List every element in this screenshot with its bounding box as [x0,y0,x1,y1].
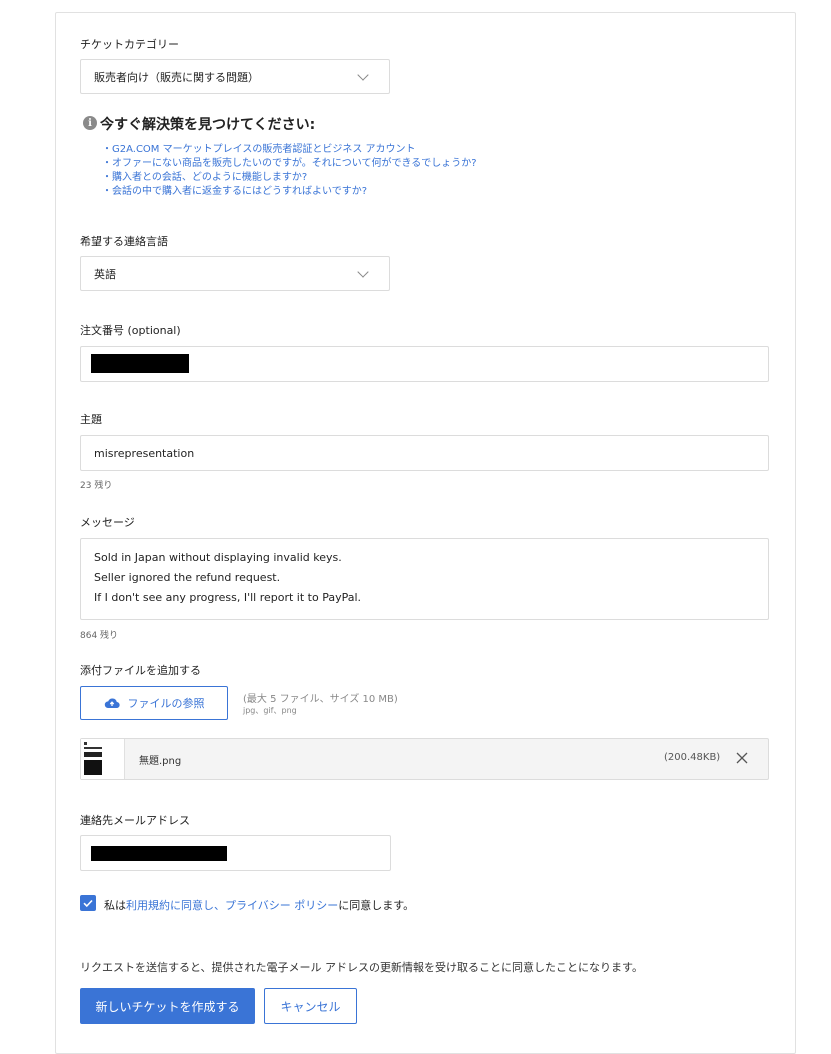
info-icon: i [83,116,97,130]
cloud-upload-icon [104,698,120,709]
help-link[interactable]: ・購入者との会話、どのように機能しますか? [102,171,477,185]
message-textarea[interactable]: Sold in Japan without displaying invalid… [80,538,769,620]
file-size: (200.48KB) [664,752,721,763]
email-input[interactable] [80,835,391,871]
file-thumbnail [81,739,125,779]
consent-text: 私は利用規約に同意し、プライバシー ポリシーに同意します。 [104,897,414,913]
browse-files-button[interactable]: ファイルの参照 [80,686,228,720]
order-number-input[interactable] [80,346,769,382]
consent-prefix: 私は [104,899,126,912]
subject-label: 主題 [80,413,102,426]
attachment-limits: (最大 5 ファイル、サイズ 10 MB) [243,694,398,705]
consent-checkbox[interactable] [80,895,96,911]
chevron-down-icon [357,266,369,278]
category-select[interactable]: 販売者向け（販売に関する問題） [80,59,390,94]
browse-files-label: ファイルの参照 [127,697,205,710]
language-selected-value: 英語 [94,267,116,281]
submission-notice: リクエストを送信すると、提供された電子メール アドレスの更新情報を受け取ることに… [80,961,643,974]
help-title: 今すぐ解決策を見つけてください: [100,117,316,133]
cancel-button[interactable]: キャンセル [264,988,357,1024]
check-icon [83,899,93,908]
redacted-block [91,846,227,861]
consent-suffix: に同意します。 [338,899,415,912]
message-line: If I don't see any progress, I'll report… [94,591,362,604]
help-link[interactable]: ・オファーにない商品を販売したいのですが。それについて何ができるでしょうか? [102,157,477,171]
message-remaining-count: 864 残り [80,631,119,641]
create-ticket-button[interactable]: 新しいチケットを作成する [80,988,255,1024]
subject-input[interactable]: misrepresentation [80,435,769,471]
attachments-label: 添付ファイルを追加する [80,664,201,677]
category-selected-value: 販売者向け（販売に関する問題） [94,70,259,84]
language-select[interactable]: 英語 [80,256,390,291]
message-line: Seller ignored the refund request. [94,571,281,584]
subject-remaining-count: 23 残り [80,481,113,491]
message-label: メッセージ [80,516,135,529]
language-label: 希望する連絡言語 [80,235,168,248]
order-label: 注文番号 (optional) [80,324,181,337]
close-icon[interactable] [736,752,748,764]
chevron-down-icon [357,69,369,81]
category-label: チケットカテゴリー [80,38,179,51]
help-link[interactable]: ・会話の中で購入者に返金するにはどうすればよいですか? [102,185,477,199]
redacted-block [91,354,189,373]
message-line: Sold in Japan without displaying invalid… [94,551,342,564]
file-name: 無題.png [139,756,182,767]
terms-privacy-link[interactable]: 利用規約に同意し、プライバシー ポリシー [126,899,338,912]
attached-file-row: 無題.png (200.48KB) [80,738,769,780]
subject-value: misrepresentation [94,446,195,460]
help-link[interactable]: ・G2A.COM マーケットプレイスの販売者認証とビジネス アカウント [102,143,477,157]
help-links: ・G2A.COM マーケットプレイスの販売者認証とビジネス アカウント ・オファ… [102,143,477,199]
attachment-types: jpg、gif、png [243,706,297,715]
email-label: 連絡先メールアドレス [80,814,190,827]
